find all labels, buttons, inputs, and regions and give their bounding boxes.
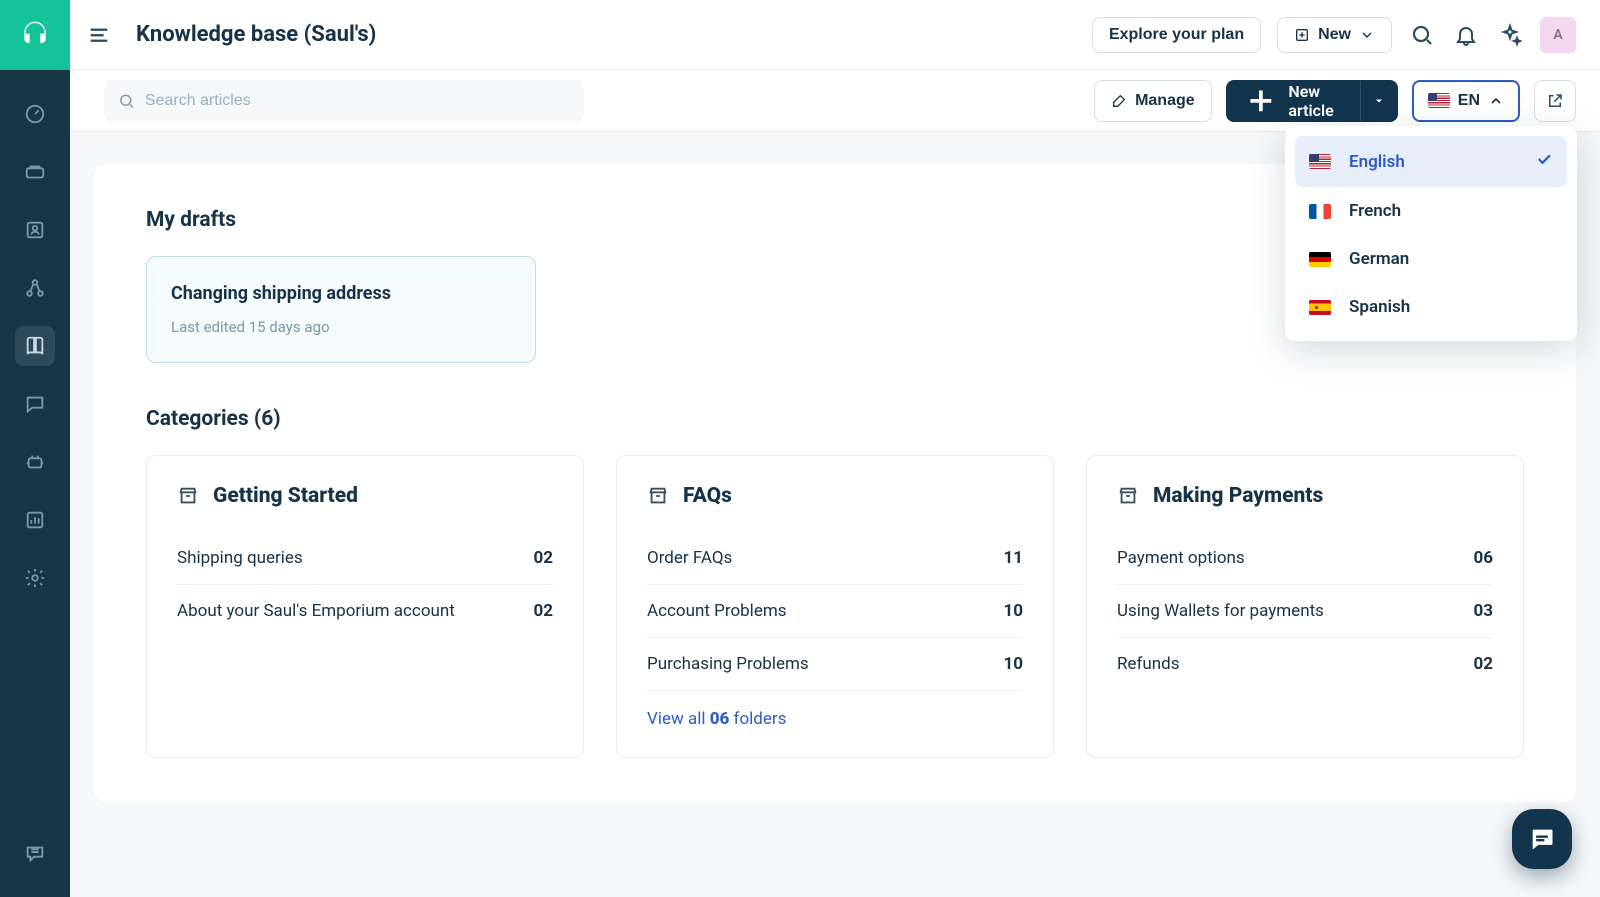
language-dropdown: English French German Spanish: [1285, 126, 1577, 341]
logo[interactable]: [0, 0, 70, 70]
plus-icon: [1243, 83, 1279, 119]
nav-dashboard-icon[interactable]: [15, 94, 55, 134]
chevron-up-icon: [1488, 93, 1504, 109]
page-title: Knowledge base (Saul's): [136, 22, 376, 47]
category-card: Getting Started Shipping queries02 About…: [146, 455, 584, 758]
chat-fab[interactable]: [1512, 809, 1572, 869]
nav-knowledgebase-icon[interactable]: [15, 326, 55, 366]
explore-plan-button[interactable]: Explore your plan: [1092, 17, 1261, 53]
flag-us-icon: [1309, 154, 1331, 169]
category-folder-row[interactable]: Using Wallets for payments03: [1117, 585, 1493, 638]
lang-option-english[interactable]: English: [1295, 136, 1567, 187]
flag-fr-icon: [1309, 204, 1331, 219]
lang-option-spanish[interactable]: Spanish: [1295, 283, 1567, 331]
flag-us-icon: [1428, 93, 1450, 108]
draft-title: Changing shipping address: [171, 283, 511, 304]
nav-help-icon[interactable]: [15, 833, 55, 873]
archive-icon: [177, 485, 199, 507]
nav-chat-icon[interactable]: [15, 384, 55, 424]
new-article-button[interactable]: New article: [1226, 80, 1398, 122]
draft-card[interactable]: Changing shipping address Last edited 15…: [146, 256, 536, 363]
search-box[interactable]: [104, 80, 584, 122]
categories-section-title: Categories (6): [146, 407, 1524, 431]
lang-option-german[interactable]: German: [1295, 235, 1567, 283]
archive-icon: [1117, 485, 1139, 507]
search-input[interactable]: [145, 92, 570, 110]
nav-tickets-icon[interactable]: [15, 152, 55, 192]
open-external-button[interactable]: [1534, 80, 1576, 122]
category-card: Making Payments Payment options06 Using …: [1086, 455, 1524, 758]
search-icon: [118, 92, 135, 110]
category-folder-row[interactable]: Order FAQs11: [647, 532, 1023, 585]
bell-icon[interactable]: [1452, 21, 1480, 49]
language-selector[interactable]: EN: [1412, 80, 1520, 122]
flag-es-icon: [1309, 300, 1331, 315]
nav-settings-icon[interactable]: [15, 558, 55, 598]
sparkle-icon[interactable]: [1496, 21, 1524, 49]
new-button[interactable]: New: [1277, 17, 1392, 53]
manage-button[interactable]: Manage: [1094, 80, 1212, 122]
category-card: FAQs Order FAQs11 Account Problems10 Pur…: [616, 455, 1054, 758]
category-title: Getting Started: [213, 484, 358, 508]
category-folder-row[interactable]: Refunds02: [1117, 638, 1493, 690]
view-all-link[interactable]: View all 06 folders: [647, 709, 1023, 729]
chat-icon: [1528, 825, 1556, 853]
category-folder-row[interactable]: Account Problems10: [647, 585, 1023, 638]
category-title: FAQs: [683, 484, 732, 508]
category-folder-row[interactable]: Purchasing Problems10: [647, 638, 1023, 691]
nav-reports-icon[interactable]: [15, 500, 55, 540]
new-article-dropdown[interactable]: [1360, 81, 1397, 121]
nav-social-icon[interactable]: [15, 268, 55, 308]
archive-icon: [647, 485, 669, 507]
search-icon[interactable]: [1408, 21, 1436, 49]
draft-meta: Last edited 15 days ago: [171, 318, 511, 336]
category-folder-row[interactable]: Shipping queries02: [177, 532, 553, 585]
category-title: Making Payments: [1153, 484, 1323, 508]
avatar[interactable]: A: [1540, 17, 1576, 53]
category-folder-row[interactable]: Payment options06: [1117, 532, 1493, 585]
nav-bot-icon[interactable]: [15, 442, 55, 482]
check-icon: [1535, 150, 1553, 173]
category-folder-row[interactable]: About your Saul's Emporium account02: [177, 585, 553, 637]
external-link-icon: [1546, 92, 1564, 110]
caret-down-icon: [1373, 95, 1385, 107]
lang-option-french[interactable]: French: [1295, 187, 1567, 235]
menu-toggle-icon[interactable]: [88, 24, 110, 46]
edit-icon: [1111, 93, 1127, 109]
flag-de-icon: [1309, 252, 1331, 267]
nav-contacts-icon[interactable]: [15, 210, 55, 250]
